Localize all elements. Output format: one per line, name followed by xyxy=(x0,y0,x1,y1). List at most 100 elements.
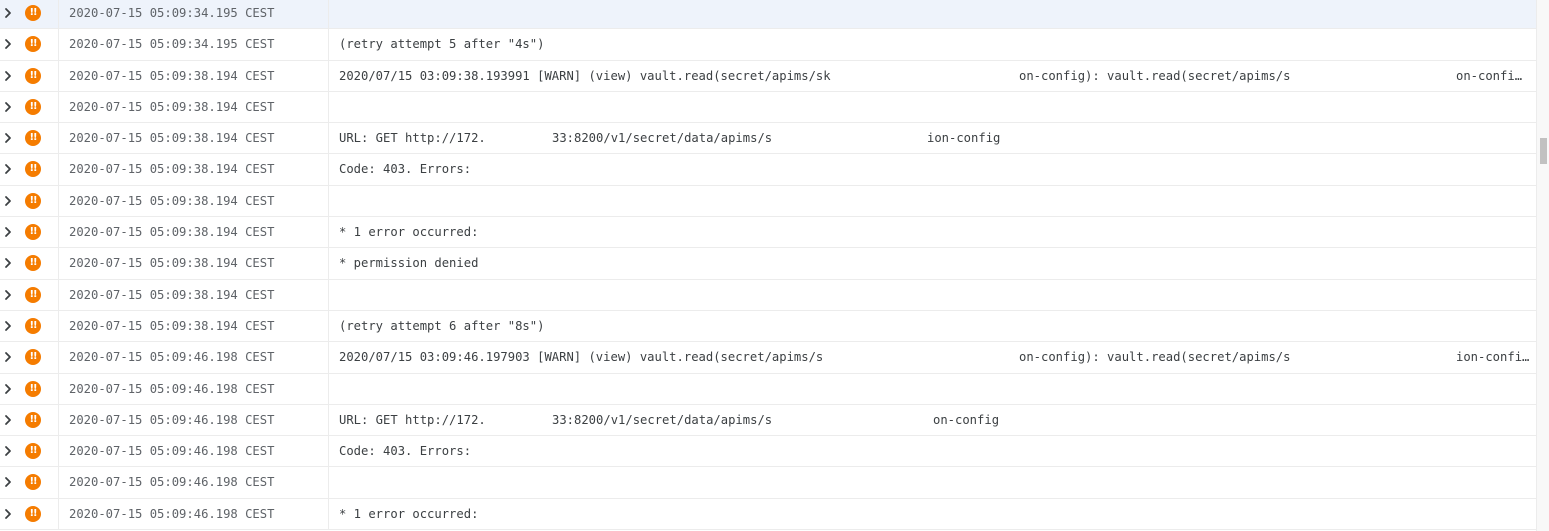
chevron-right-icon[interactable] xyxy=(2,320,14,332)
chevron-right-icon[interactable] xyxy=(2,70,14,82)
chevron-right-icon[interactable] xyxy=(2,7,14,19)
chevron-right-icon[interactable] xyxy=(2,195,14,207)
column-divider xyxy=(58,279,59,310)
log-row[interactable]: !! 2020-07-15 05:09:38.194 CEST URL: GET… xyxy=(0,123,1537,155)
log-row[interactable]: !! 2020-07-15 05:09:38.194 CEST * permis… xyxy=(0,248,1537,280)
log-message: * permission denied xyxy=(339,256,479,271)
log-message-segment: on-config): vault.read(secret/apims/s xyxy=(1019,68,1291,83)
warning-severity-icon: !! xyxy=(25,67,41,84)
chevron-right-icon[interactable] xyxy=(2,38,14,50)
log-message-segment: ion-confi… xyxy=(1456,350,1530,365)
warning-severity-icon: !! xyxy=(25,474,41,491)
column-divider xyxy=(58,29,59,60)
log-timestamp: 2020-07-15 05:09:38.194 CEST xyxy=(69,193,275,208)
chevron-right-icon[interactable] xyxy=(2,101,14,113)
log-message-segment: URL: GET http://172. xyxy=(339,131,486,146)
log-row[interactable]: !! 2020-07-15 05:09:38.194 CEST xyxy=(0,91,1537,124)
vertical-scrollbar[interactable] xyxy=(1536,0,1549,531)
log-row[interactable]: !! 2020-07-15 05:09:38.194 CEST xyxy=(0,279,1537,311)
column-divider xyxy=(328,373,329,404)
chevron-right-icon[interactable] xyxy=(2,508,14,520)
log-timestamp: 2020-07-15 05:09:46.198 CEST xyxy=(69,506,275,521)
log-timestamp: 2020-07-15 05:09:38.194 CEST xyxy=(69,131,275,146)
log-row[interactable]: !! 2020-07-15 05:09:46.198 CEST xyxy=(0,467,1537,499)
chevron-right-icon[interactable] xyxy=(2,132,14,144)
warning-severity-icon: !! xyxy=(25,5,41,21)
chevron-right-icon[interactable] xyxy=(2,289,14,301)
log-timestamp: 2020-07-15 05:09:46.198 CEST xyxy=(69,444,275,459)
warning-severity-icon: !! xyxy=(25,192,41,209)
column-divider xyxy=(328,279,329,310)
column-divider xyxy=(328,342,329,373)
log-message-segment: ion-config xyxy=(927,131,1001,146)
column-divider xyxy=(58,342,59,373)
warning-severity-icon: !! xyxy=(25,317,41,334)
log-message-segment: 2020/07/15 03:09:38.193991 [WARN] (view)… xyxy=(339,68,831,83)
warning-severity-icon: !! xyxy=(25,505,41,522)
chevron-right-icon[interactable] xyxy=(2,257,14,269)
log-timestamp: 2020-07-15 05:09:46.198 CEST xyxy=(69,475,275,490)
warning-severity-icon: !! xyxy=(25,130,41,147)
log-rows-list: !! 2020-07-15 05:09:34.195 CEST !! 2020-… xyxy=(0,0,1537,531)
log-row[interactable]: !! 2020-07-15 05:09:34.195 CEST (retry a… xyxy=(0,29,1537,61)
chevron-right-icon[interactable] xyxy=(2,414,14,426)
log-message: * 1 error occurred: xyxy=(339,225,479,240)
log-message-segment: on-confi… xyxy=(1456,68,1523,83)
column-divider xyxy=(328,310,329,342)
column-divider xyxy=(328,498,329,530)
column-divider xyxy=(328,404,329,436)
chevron-right-icon[interactable] xyxy=(2,383,14,395)
column-divider xyxy=(328,467,329,498)
log-timestamp: 2020-07-15 05:09:34.195 CEST xyxy=(69,37,275,52)
column-divider xyxy=(58,154,59,185)
warning-severity-icon: !! xyxy=(25,98,41,115)
warning-severity-icon: !! xyxy=(25,443,41,460)
log-row[interactable]: !! 2020-07-15 05:09:38.194 CEST * 1 erro… xyxy=(0,217,1537,249)
column-divider xyxy=(58,60,59,91)
scrollbar-thumb[interactable] xyxy=(1540,138,1547,164)
log-message-segment: 33:8200/v1/secret/data/apims/s xyxy=(552,412,773,427)
log-timestamp: 2020-07-15 05:09:46.198 CEST xyxy=(69,412,275,427)
column-divider xyxy=(328,91,329,123)
column-divider xyxy=(58,310,59,342)
column-divider xyxy=(58,436,59,467)
column-divider xyxy=(58,0,59,29)
chevron-right-icon[interactable] xyxy=(2,163,14,175)
log-row[interactable]: !! 2020-07-15 05:09:38.194 CEST xyxy=(0,185,1537,218)
log-timestamp: 2020-07-15 05:09:38.194 CEST xyxy=(69,318,275,333)
log-timestamp: 2020-07-15 05:09:34.195 CEST xyxy=(69,6,275,20)
log-message-segment: 33:8200/v1/secret/data/apims/s xyxy=(552,131,773,146)
log-row[interactable]: !! 2020-07-15 05:09:38.194 CEST 2020/07/… xyxy=(0,60,1537,92)
log-row[interactable]: !! 2020-07-15 05:09:46.198 CEST Code: 40… xyxy=(0,436,1537,468)
column-divider xyxy=(328,0,329,29)
log-row[interactable]: !! 2020-07-15 05:09:46.198 CEST 2020/07/… xyxy=(0,342,1537,374)
warning-severity-icon: !! xyxy=(25,286,41,303)
chevron-right-icon[interactable] xyxy=(2,445,14,457)
chevron-right-icon[interactable] xyxy=(2,226,14,238)
log-message-segment: on-config xyxy=(933,412,1000,427)
chevron-right-icon[interactable] xyxy=(2,476,14,488)
log-row[interactable]: !! 2020-07-15 05:09:46.198 CEST xyxy=(0,373,1537,405)
log-message-segment: 2020/07/15 03:09:46.197903 [WARN] (view)… xyxy=(339,350,824,365)
column-divider xyxy=(58,467,59,498)
warning-severity-icon: !! xyxy=(25,380,41,397)
log-message-segment: on-config): vault.read(secret/apims/s xyxy=(1019,350,1291,365)
column-divider xyxy=(58,404,59,436)
warning-severity-icon: !! xyxy=(25,161,41,178)
column-divider xyxy=(328,154,329,185)
log-message-segment: URL: GET http://172. xyxy=(339,412,486,427)
warning-severity-icon: !! xyxy=(25,411,41,428)
log-message: (retry attempt 5 after "4s") xyxy=(339,37,545,52)
column-divider xyxy=(58,248,59,279)
log-message: Code: 403. Errors: xyxy=(339,162,472,177)
column-divider xyxy=(328,217,329,248)
log-row[interactable]: !! 2020-07-15 05:09:38.194 CEST Code: 40… xyxy=(0,154,1537,186)
log-timestamp: 2020-07-15 05:09:46.198 CEST xyxy=(69,381,275,396)
log-row[interactable]: !! 2020-07-15 05:09:46.198 CEST URL: GET… xyxy=(0,404,1537,437)
warning-severity-icon: !! xyxy=(25,224,41,241)
log-row[interactable]: !! 2020-07-15 05:09:46.198 CEST * 1 erro… xyxy=(0,498,1537,531)
log-row[interactable]: !! 2020-07-15 05:09:38.194 CEST (retry a… xyxy=(0,310,1537,343)
chevron-right-icon[interactable] xyxy=(2,351,14,363)
log-message: (retry attempt 6 after "8s") xyxy=(339,318,545,333)
log-row[interactable]: !! 2020-07-15 05:09:34.195 CEST xyxy=(0,0,1537,30)
